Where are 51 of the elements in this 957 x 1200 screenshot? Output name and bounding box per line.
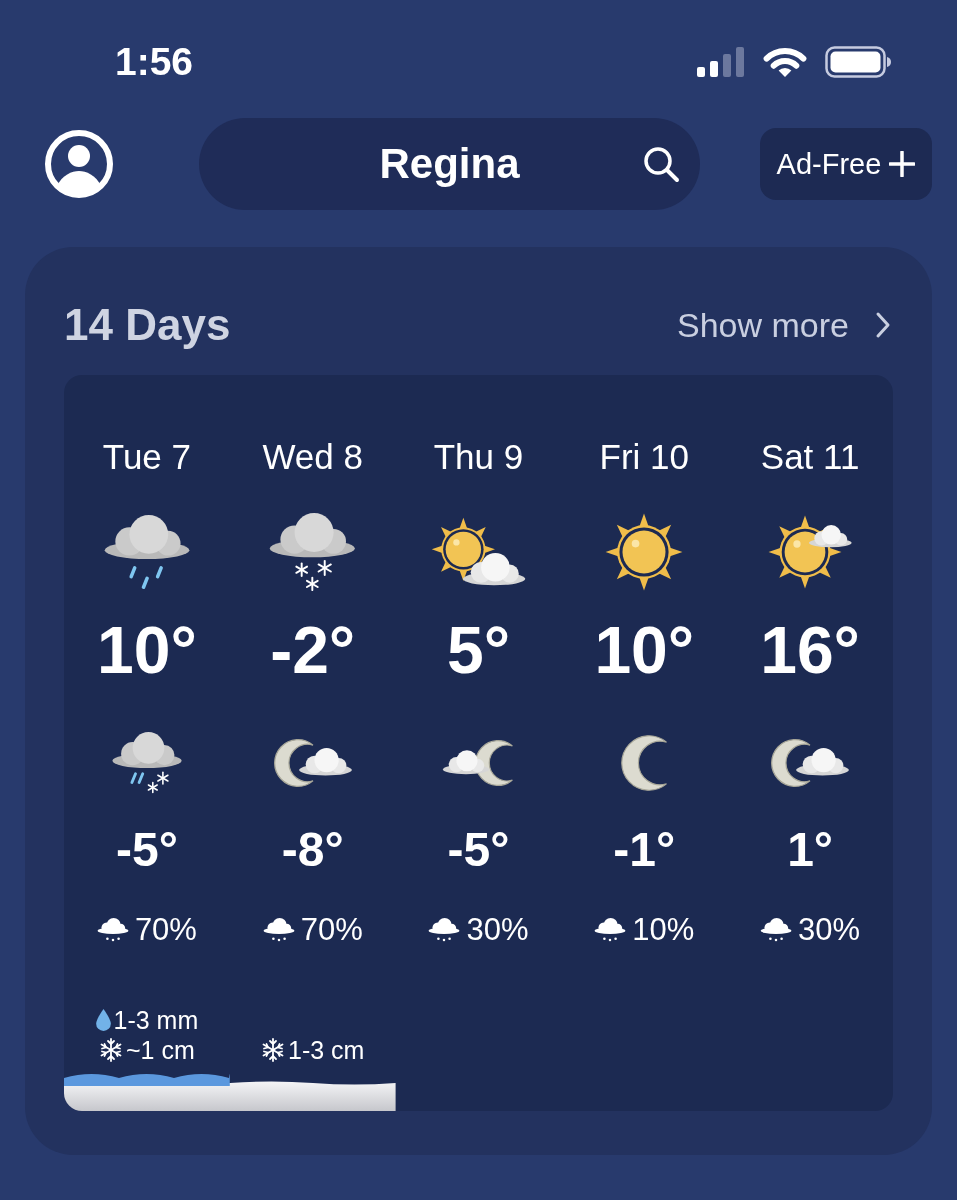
cloud-rain-icon [96, 918, 129, 942]
snow-cloud-icon [268, 513, 357, 591]
high-temperature: 10° [97, 612, 197, 689]
wifi-icon [763, 46, 807, 78]
day-label: Sat 11 [760, 436, 860, 478]
precipitation-chance: 70% [134, 912, 197, 948]
sun-cloud-icon [430, 516, 527, 588]
snowflake-icon [99, 1038, 123, 1062]
moon-cloud-icon [770, 738, 851, 788]
battery-icon [825, 46, 893, 78]
precipitation-chance: 30% [798, 912, 861, 948]
day-label: Fri 10 [599, 436, 689, 478]
high-temperature: 16° [760, 612, 860, 689]
low-temperature: -5° [447, 822, 510, 878]
low-temperature: 1° [787, 822, 834, 878]
section-title: 14 Days [64, 299, 231, 351]
precipitation-chance: 30% [466, 912, 529, 948]
rain-snow-cloud-icon [110, 732, 183, 794]
snow-amount: 1-3 cm [288, 1035, 365, 1065]
status-time: 1:56 [115, 40, 194, 84]
snow-amount: ~1 cm [126, 1035, 195, 1065]
chevron-right-icon [875, 311, 891, 339]
cloud-rain-icon [594, 918, 627, 942]
precipitation-chance: 10% [632, 912, 695, 948]
cloud-moon-icon [442, 739, 515, 787]
show-more-link[interactable]: Show more [677, 305, 891, 345]
ad-free-button[interactable]: Ad-Free [760, 128, 932, 200]
low-temperature: -1° [613, 822, 676, 878]
profile-icon[interactable] [44, 129, 114, 199]
rain-amount: 1-3 mm [113, 1005, 199, 1035]
high-temperature: 5° [446, 612, 511, 689]
plus-icon [889, 151, 916, 177]
precipitation-chance: 70% [300, 912, 363, 948]
day-label: Wed 8 [262, 436, 363, 478]
day-label: Tue 7 [102, 436, 191, 478]
high-temperature: 10° [594, 612, 695, 689]
day-label: Thu 9 [433, 436, 524, 478]
high-temperature: -2° [270, 612, 356, 689]
low-temperature: -5° [115, 822, 178, 878]
cloud-rain-icon [262, 918, 295, 942]
moon-cloud-icon [272, 738, 353, 788]
low-temperature: -8° [281, 822, 344, 878]
signal-icon [697, 47, 745, 77]
snowflake-icon [261, 1038, 285, 1062]
cloud-rain-icon [428, 918, 461, 942]
search-icon [642, 145, 680, 183]
location-search-bar[interactable]: Regina [199, 118, 700, 210]
cloud-rain-icon [760, 918, 793, 942]
rain-cloud-icon [102, 515, 191, 589]
moon-icon [620, 735, 668, 791]
water-drop-icon [95, 1009, 111, 1031]
